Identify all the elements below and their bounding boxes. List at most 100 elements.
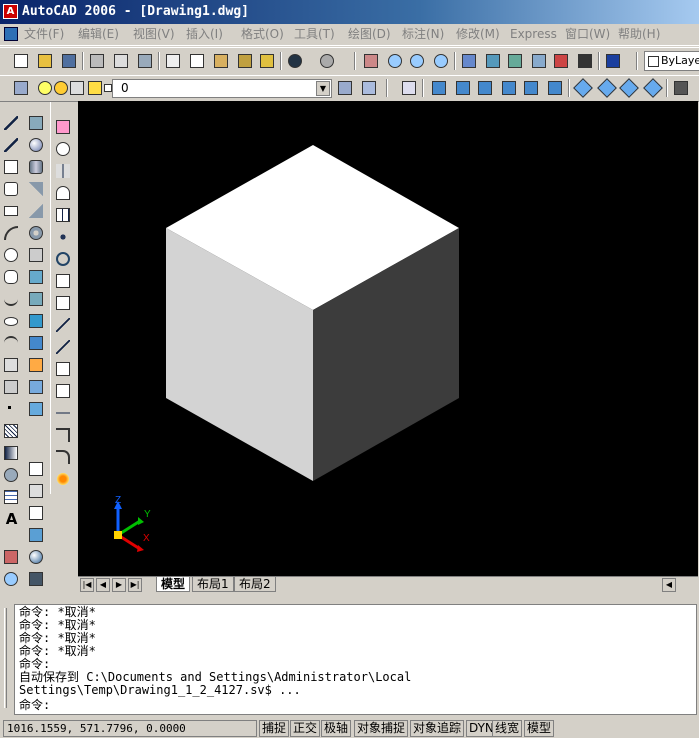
make-block-button[interactable] [2, 378, 21, 396]
fillet-button[interactable] [54, 448, 73, 466]
hide-button[interactable] [27, 460, 46, 478]
mirror-button[interactable] [54, 162, 73, 180]
interfere-button[interactable] [27, 334, 46, 352]
left-view-button[interactable] [476, 79, 495, 97]
command-window-handle[interactable] [2, 604, 12, 715]
explode-button[interactable] [54, 470, 73, 488]
render-button[interactable] [2, 548, 21, 566]
match-properties-button[interactable] [236, 52, 255, 70]
horizontal-scrollbar-track[interactable] [276, 580, 656, 590]
snap-toggle[interactable]: 捕捉 [259, 720, 290, 737]
polygon-button[interactable] [2, 180, 21, 198]
extrude-button[interactable] [27, 246, 46, 264]
polyline-button[interactable] [2, 158, 21, 176]
camera-button[interactable] [672, 79, 691, 97]
autocad-app-icon[interactable]: A [3, 4, 18, 19]
copy-button[interactable] [188, 52, 207, 70]
section-button[interactable] [27, 312, 46, 330]
print-preview-button[interactable] [112, 52, 131, 70]
stretch-button[interactable] [54, 294, 73, 312]
layer-previous-button[interactable] [360, 79, 379, 97]
arc-button[interactable] [2, 224, 21, 242]
lineweight-toggle[interactable]: 线宽 [492, 720, 523, 737]
cone-button[interactable] [27, 180, 46, 198]
table-button[interactable] [2, 488, 21, 506]
quickcalc-button[interactable] [576, 52, 595, 70]
new-button[interactable] [12, 52, 31, 70]
menu-file[interactable]: 文件(F) [24, 27, 64, 42]
sphere-shade-button[interactable] [27, 548, 46, 566]
publish-button[interactable] [136, 52, 155, 70]
open-button[interactable] [36, 52, 55, 70]
menu-edit[interactable]: 编辑(E) [78, 27, 119, 42]
wedge-button[interactable] [27, 202, 46, 220]
copy-object-button[interactable] [54, 140, 73, 158]
circle-button[interactable] [2, 246, 21, 264]
layer-control-dropdown[interactable]: 0 ▼ [112, 79, 332, 98]
menu-insert[interactable]: 插入(I) [186, 27, 223, 42]
region-button[interactable] [2, 466, 21, 484]
paste-button[interactable] [212, 52, 231, 70]
otrack-toggle[interactable]: 对象追踪 [410, 720, 465, 737]
sw-iso-button[interactable] [573, 78, 593, 98]
last-tab-button[interactable]: ▶| [128, 578, 142, 592]
menu-express[interactable]: Express [510, 27, 557, 42]
move-button[interactable] [54, 228, 73, 246]
ellipse-button[interactable] [2, 312, 21, 330]
layer-manager-button[interactable] [12, 79, 31, 97]
box-button[interactable] [27, 114, 46, 132]
sheet-set-button[interactable] [530, 52, 549, 70]
right-view-button[interactable] [500, 79, 519, 97]
properties-button[interactable] [460, 52, 479, 70]
offset-button[interactable] [54, 184, 73, 202]
ortho-toggle[interactable]: 正交 [290, 720, 321, 737]
markup-button[interactable] [552, 52, 571, 70]
menu-dimension[interactable]: 标注(N) [402, 27, 444, 42]
slice-button[interactable] [27, 290, 46, 308]
tool-palettes-button[interactable] [506, 52, 525, 70]
insert-block-button[interactable] [2, 356, 21, 374]
chamfer-button[interactable] [54, 426, 73, 444]
setup-drawing-button[interactable] [27, 356, 46, 374]
menu-modify[interactable]: 修改(M) [456, 27, 500, 42]
revolve-button[interactable] [27, 268, 46, 286]
trim-button[interactable] [54, 316, 73, 334]
help-button[interactable] [604, 52, 623, 70]
scale-button[interactable] [54, 272, 73, 290]
extend-button[interactable] [54, 338, 73, 356]
erase-button[interactable] [54, 118, 73, 136]
array-button[interactable] [54, 206, 73, 224]
spline-button[interactable] [2, 290, 21, 308]
cut-button[interactable] [164, 52, 183, 70]
zoom-window-button[interactable] [408, 52, 427, 70]
color-control[interactable]: ByLayer [644, 51, 699, 71]
cylinder-button[interactable] [27, 158, 46, 176]
tab-layout1[interactable]: 布局1 [192, 577, 234, 592]
save-button[interactable] [60, 52, 79, 70]
ne-iso-button[interactable] [619, 78, 639, 98]
next-tab-button[interactable]: ▶ [112, 578, 126, 592]
first-tab-button[interactable]: |◀ [80, 578, 94, 592]
redo-button[interactable] [318, 52, 337, 70]
bottom-view-button[interactable] [454, 79, 473, 97]
revision-cloud-button[interactable] [2, 268, 21, 286]
tab-layout2[interactable]: 布局2 [234, 577, 276, 592]
pan-button[interactable] [362, 52, 381, 70]
zoom-realtime-button[interactable] [386, 52, 405, 70]
break-at-point-button[interactable] [54, 360, 73, 378]
osnap-toggle[interactable]: 对象捕捉 [354, 720, 409, 737]
model-space-toggle[interactable]: 模型 [524, 720, 555, 737]
rectangle-button[interactable] [2, 202, 21, 220]
rotate-button[interactable] [54, 250, 73, 268]
line-button[interactable] [2, 114, 21, 132]
command-prompt[interactable]: 命令: [19, 699, 50, 712]
chevron-down-icon[interactable]: ▼ [316, 81, 330, 96]
menu-draw[interactable]: 绘图(D) [348, 27, 391, 42]
shaded-box-button[interactable] [27, 526, 46, 544]
se-iso-button[interactable] [597, 78, 617, 98]
point-button[interactable] [2, 400, 21, 418]
zoom-extents-button[interactable] [2, 570, 21, 588]
hatch-button[interactable] [2, 422, 21, 440]
menu-view[interactable]: 视图(V) [133, 27, 175, 42]
block-editor-button[interactable] [258, 52, 277, 70]
